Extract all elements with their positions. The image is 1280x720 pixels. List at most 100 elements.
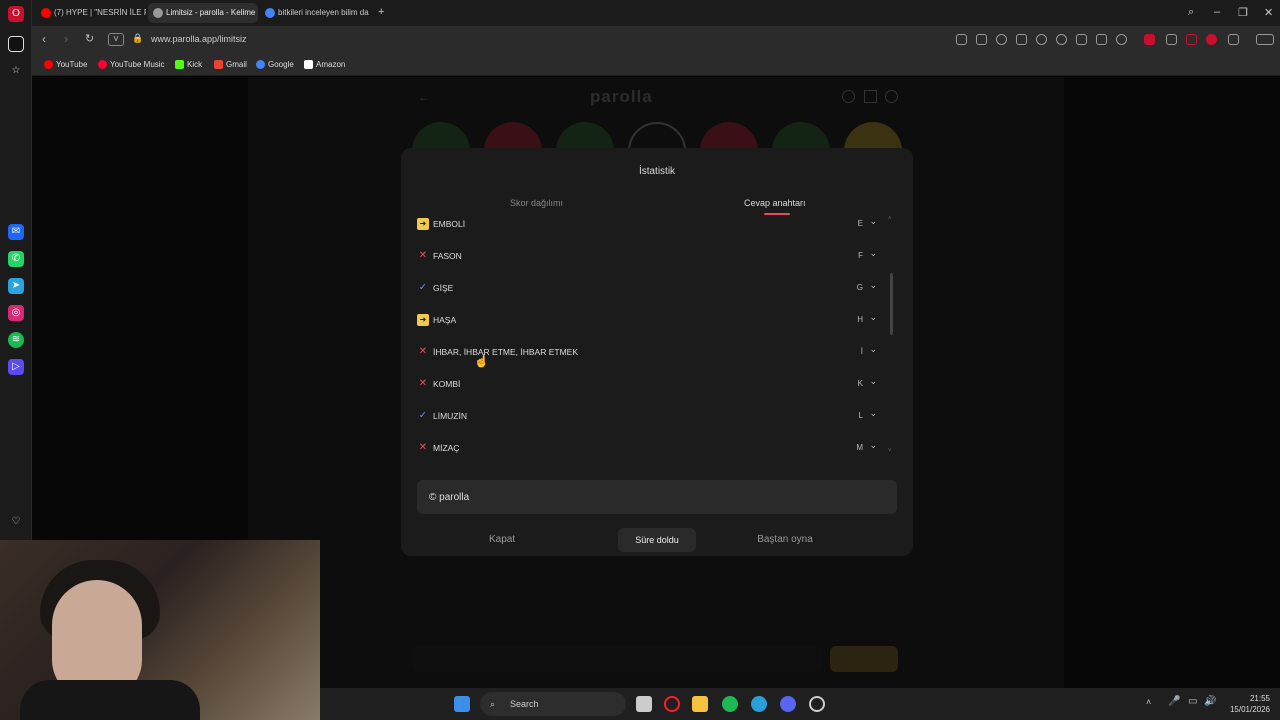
bookmark-google[interactable]: Google (256, 60, 294, 69)
restart-button[interactable]: Baştan oyna (745, 528, 825, 552)
tray-chevron-icon[interactable]: ˄ (1146, 697, 1151, 707)
chevron-down-icon[interactable]: ⌄ (869, 440, 877, 451)
tab-parolla[interactable]: Limitsiz - parolla - Kelime (148, 3, 258, 23)
ext-cat-icon[interactable] (1166, 34, 1177, 45)
extension-icon[interactable] (1016, 34, 1027, 45)
discord-icon[interactable] (780, 696, 796, 712)
messenger-icon[interactable]: ✉ (8, 224, 24, 240)
url-field[interactable]: www.parolla.app/limitsiz (151, 34, 247, 44)
new-tab-button[interactable]: + (378, 6, 384, 18)
cursor-hand-icon: ☝ (474, 354, 489, 368)
spotify-taskbar-icon[interactable] (722, 696, 738, 712)
search-tabs-icon[interactable]: ⌕ (1188, 6, 1194, 19)
ublock-icon[interactable] (1206, 34, 1217, 45)
ext-puzzle-icon[interactable] (1228, 34, 1239, 45)
answer-row[interactable]: ✕ MİZAÇ M ⌄ (417, 432, 877, 458)
answer-letter: E (857, 219, 863, 228)
info-icon[interactable] (842, 90, 855, 103)
bookmark-label: Google (268, 60, 294, 69)
steam-icon[interactable] (809, 696, 825, 712)
network-icon[interactable]: ▭ (1188, 696, 1197, 707)
profile-page-icon[interactable] (885, 90, 898, 103)
forward-icon[interactable]: › (64, 32, 68, 46)
ext-red-icon[interactable] (1144, 34, 1155, 45)
answer-row[interactable]: ✓ GİŞE G ⌄ (417, 272, 877, 304)
answer-letter: K (857, 379, 863, 388)
bookmark-kick[interactable]: Kick (175, 60, 202, 69)
minimize-icon[interactable]: – (1214, 6, 1220, 18)
close-icon[interactable]: ✕ (1264, 6, 1273, 19)
opera-logo-icon[interactable]: O (8, 6, 24, 22)
chevron-down-icon[interactable]: ⌄ (869, 312, 877, 323)
vpn-badge[interactable]: V (108, 33, 124, 46)
bookmark-gmail[interactable]: Gmail (214, 60, 247, 69)
answer-word: İHBAR, İHBAR ETME, İHBAR ETMEK (433, 347, 578, 357)
time-up-button[interactable]: Süre doldu (618, 528, 696, 552)
chevron-down-icon[interactable]: ⌄ (869, 216, 877, 227)
ext-lang-icon[interactable] (1186, 34, 1197, 45)
shield-icon[interactable] (996, 34, 1007, 45)
system-clock[interactable]: 21:55 15/01/2026 (1230, 693, 1270, 715)
instagram-icon[interactable]: ◎ (8, 305, 24, 321)
answer-letter: İ (860, 347, 863, 356)
tab-bar: (7) HYPE | "NESRİN İLE PAR Limitsiz - pa… (32, 0, 1280, 26)
volume-icon[interactable]: 🔊 (1204, 696, 1216, 707)
answer-letter: F (858, 251, 863, 260)
tab-google[interactable]: bitkileri inceleyen bilim da (260, 3, 370, 23)
chevron-down-icon[interactable]: ⌄ (869, 248, 877, 259)
bookmark-youtube-music[interactable]: YouTube Music (98, 60, 165, 69)
start-icon[interactable] (454, 696, 470, 712)
reload-icon[interactable]: ↻ (85, 32, 94, 45)
home-icon[interactable] (8, 36, 24, 52)
menu-icon[interactable] (1096, 34, 1107, 45)
tab-youtube[interactable]: (7) HYPE | "NESRİN İLE PAR (36, 3, 146, 23)
share-box[interactable]: © parolla (417, 480, 897, 514)
bookmark-label: Amazon (316, 60, 346, 69)
back-arrow-icon[interactable]: ← (418, 90, 430, 104)
microphone-icon[interactable]: 🎤 (1168, 696, 1180, 707)
camera-icon[interactable] (976, 34, 987, 45)
bookmark-amazon[interactable]: Amazon (304, 60, 345, 69)
star-icon[interactable]: ☆ (8, 63, 24, 79)
scroll-down-icon[interactable]: ˅ (888, 448, 892, 454)
answer-row[interactable]: ➜ EMBOLİ E ⌄ (417, 208, 877, 240)
aria-ai-icon[interactable] (1256, 34, 1274, 45)
spotify-icon[interactable]: ≋ (8, 332, 24, 348)
player-icon[interactable]: ▷ (8, 359, 24, 375)
edit-icon[interactable] (956, 34, 967, 45)
restore-icon[interactable]: ❐ (1238, 6, 1248, 19)
edge-icon[interactable] (751, 696, 767, 712)
heart-icon[interactable]: ♡ (8, 514, 24, 530)
close-button[interactable]: Kapat (489, 528, 515, 552)
bookmark-label: YouTube Music (110, 60, 165, 69)
task-view-icon[interactable] (636, 696, 652, 712)
whatsapp-icon[interactable]: ✆ (8, 251, 24, 267)
chevron-down-icon[interactable]: ⌄ (869, 408, 877, 419)
answer-input[interactable] (412, 646, 822, 672)
scroll-up-icon[interactable]: ˄ (888, 216, 892, 222)
opera-taskbar-icon[interactable] (664, 696, 680, 712)
tab-answer-key[interactable]: Cevap anahtarı (744, 198, 806, 208)
answer-row[interactable]: ➜ HAŞA H ⌄ (417, 304, 877, 336)
chevron-down-icon[interactable]: ⌄ (869, 376, 877, 387)
chevron-down-icon[interactable]: ⌄ (869, 280, 877, 291)
back-icon[interactable]: ‹ (42, 32, 46, 46)
answer-row[interactable]: ✕ KOMBİ K ⌄ (417, 368, 877, 400)
tab-score-distribution[interactable]: Skor dağılımı (510, 198, 563, 208)
chevron-down-icon[interactable]: ⌄ (869, 344, 877, 355)
webcam-overlay (0, 540, 320, 720)
bookmark-youtube[interactable]: YouTube (44, 60, 87, 69)
profile-icon[interactable] (1116, 34, 1127, 45)
taskbar-search[interactable]: ⌕ Search (480, 692, 626, 716)
answer-word: MİZAÇ (433, 443, 460, 453)
answer-row[interactable]: ✓ LİMUZİN L ⌄ (417, 400, 877, 432)
play-icon[interactable] (1036, 34, 1047, 45)
download-icon[interactable] (1076, 34, 1087, 45)
stats-icon[interactable] (864, 90, 877, 103)
submit-button[interactable] (830, 646, 898, 672)
answer-row[interactable]: ✕ FASON F ⌄ (417, 240, 877, 272)
telegram-icon[interactable]: ➤ (8, 278, 24, 294)
file-explorer-icon[interactable] (692, 696, 708, 712)
scrollbar-thumb[interactable] (890, 273, 893, 335)
heart-toolbar-icon[interactable] (1056, 34, 1067, 45)
